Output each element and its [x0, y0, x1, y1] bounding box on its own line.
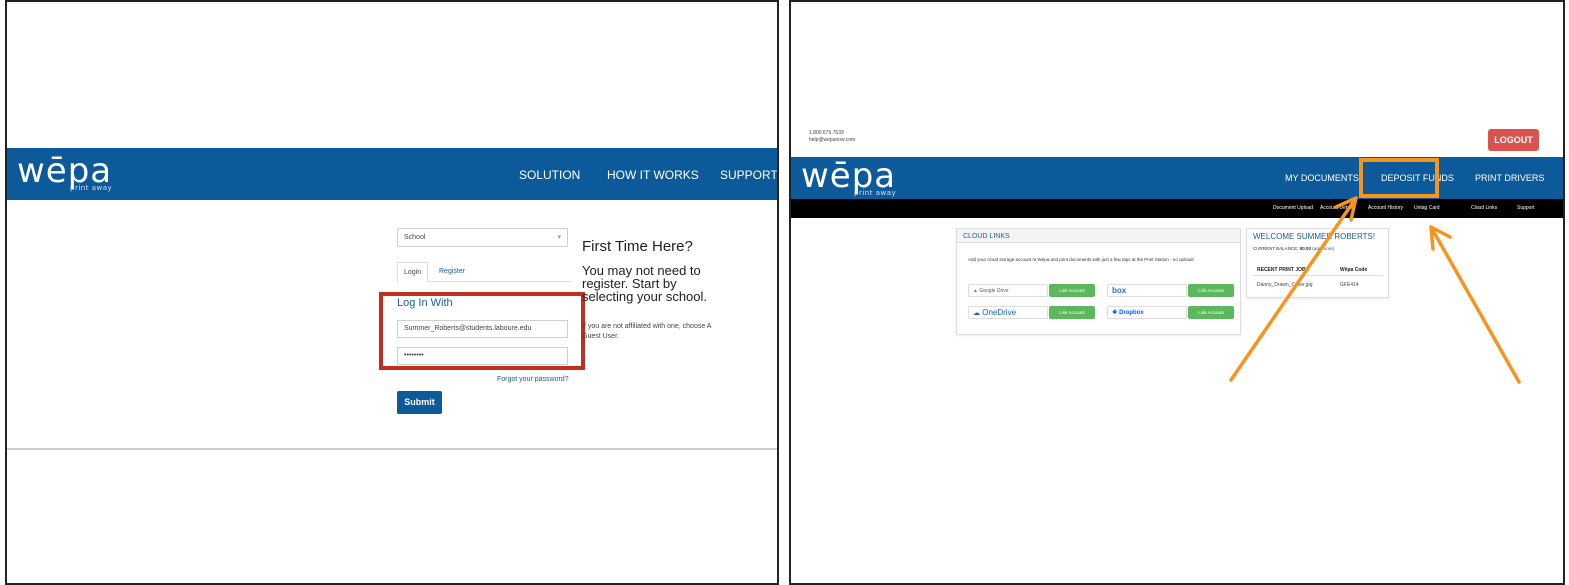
chevron-down-icon: ▾ — [557, 234, 561, 241]
tab-login[interactable]: Login — [397, 262, 429, 283]
arrow-left — [1229, 196, 1358, 382]
submit-button[interactable]: Submit — [397, 391, 442, 414]
wepa-logo[interactable]: wēpa print away — [17, 154, 112, 192]
nav-support[interactable]: SUPPORT — [720, 168, 777, 182]
school-select-value: School — [404, 234, 426, 241]
forgot-password-link[interactable]: Forgot your password? — [497, 376, 569, 383]
school-select[interactable]: School ▾ — [397, 228, 568, 247]
arrow-right — [1429, 225, 1521, 384]
first-time-title: First Time Here? — [582, 238, 693, 255]
login-highlight-box — [379, 292, 585, 370]
dashboard-screenshot-panel: 1.800.675.7639 help@wepanow.com LOGOUT w… — [789, 0, 1565, 585]
orange-arrows-overlay — [1229, 196, 1521, 384]
nav-how-it-works[interactable]: HOW IT WORKS — [607, 168, 699, 182]
tab-register[interactable]: Register — [433, 262, 471, 283]
first-time-body: You may not need to register. Start by s… — [582, 263, 708, 304]
logo-wordmark: wēpa — [17, 151, 113, 191]
auth-tabs: Login Register — [397, 262, 572, 283]
nav-solution[interactable]: SOLUTION — [519, 168, 580, 182]
login-screenshot-panel: wēpa print away SOLUTION HOW IT WORKS SU… — [5, 0, 779, 585]
first-time-note: If you are not affiliated with one, choo… — [582, 323, 712, 340]
footer-divider — [7, 448, 777, 450]
